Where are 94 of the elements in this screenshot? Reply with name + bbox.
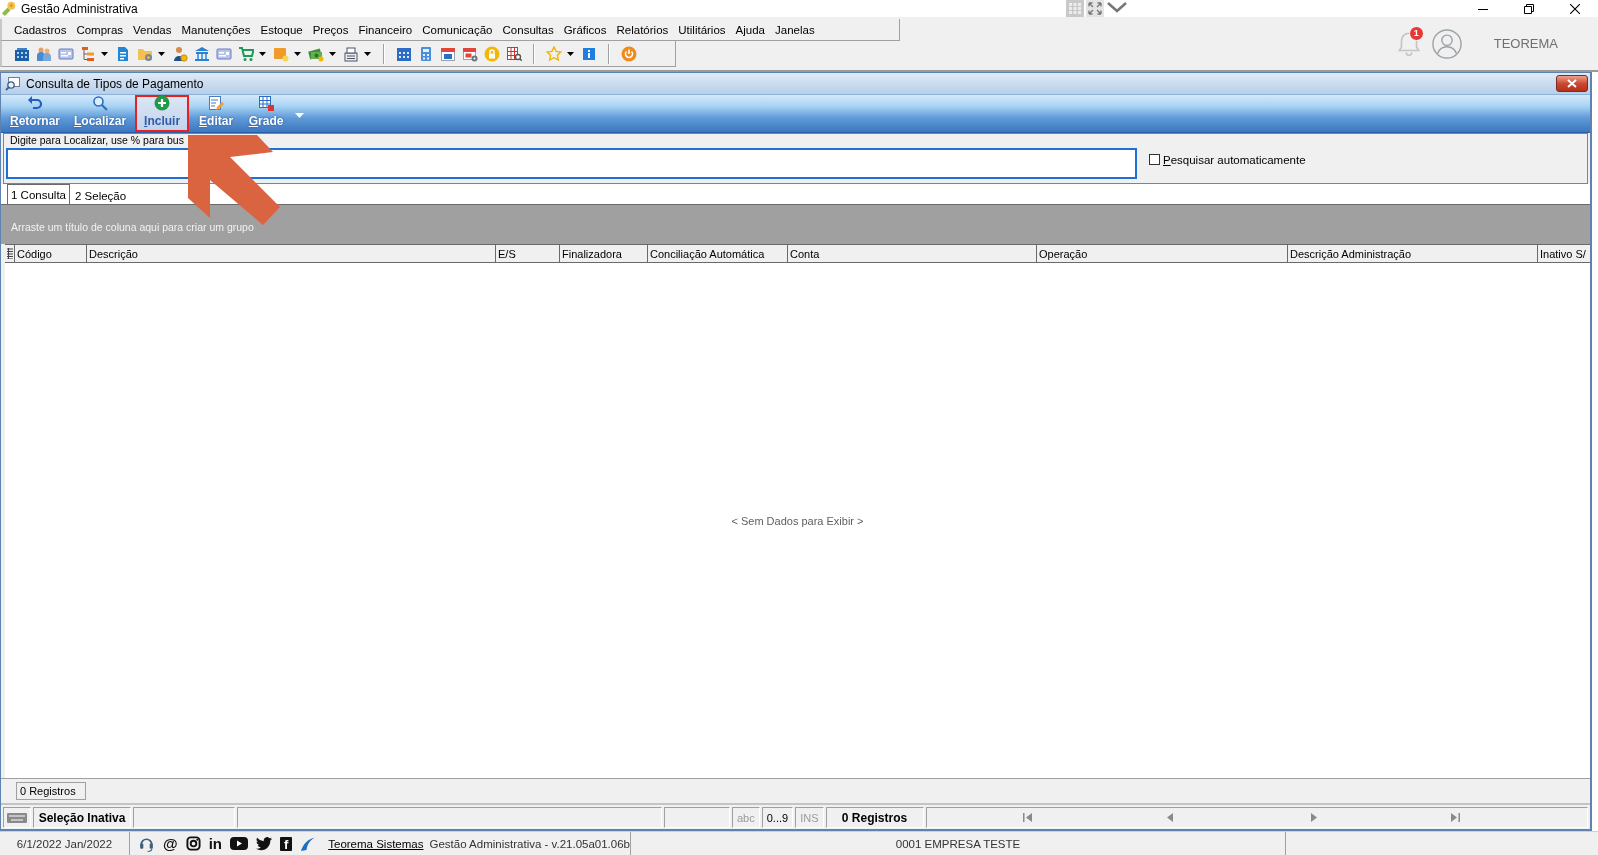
caret-icon[interactable] bbox=[567, 51, 574, 56]
caret-icon[interactable] bbox=[158, 51, 165, 56]
magnifier-icon bbox=[5, 75, 21, 92]
company-label: 0001 EMPRESA TESTE bbox=[631, 832, 1286, 855]
column-header[interactable]: Inativo S/ bbox=[1538, 245, 1590, 262]
card-icon[interactable] bbox=[216, 45, 232, 62]
record-count: 0 Registros bbox=[16, 782, 86, 800]
close-icon bbox=[1567, 79, 1577, 88]
column-header[interactable]: Operação bbox=[1037, 245, 1288, 262]
bank-icon[interactable] bbox=[194, 45, 210, 62]
window-title: Consulta de Tipos de Pagamento bbox=[26, 76, 204, 91]
status-panel bbox=[664, 807, 730, 828]
close-button[interactable] bbox=[1556, 75, 1588, 92]
expand-icon[interactable] bbox=[1086, 0, 1104, 17]
social-link[interactable]: f bbox=[280, 836, 293, 851]
plus-icon bbox=[154, 95, 171, 111]
menu-item[interactable]: Relatórios bbox=[616, 21, 669, 38]
mode-indicator: 0...9 bbox=[761, 807, 794, 828]
hierarchy-icon[interactable] bbox=[80, 45, 96, 62]
search-icon bbox=[92, 95, 109, 111]
calendar-icon[interactable] bbox=[396, 45, 412, 62]
restore-icon[interactable] bbox=[1524, 3, 1534, 14]
return-arrow-icon bbox=[27, 95, 43, 111]
column-header[interactable]: Código bbox=[15, 245, 87, 262]
grid-icon bbox=[258, 95, 275, 111]
caret-icon[interactable] bbox=[294, 51, 301, 56]
spreadsheet-search-icon[interactable] bbox=[506, 45, 522, 62]
menu-item[interactable]: Compras bbox=[76, 21, 124, 38]
headset-icon[interactable] bbox=[138, 835, 155, 852]
grid-dots-icon[interactable] bbox=[1066, 0, 1084, 17]
version-label: Gestão Administrativa - v.21.05a01.06b bbox=[428, 837, 630, 850]
camera-icon[interactable] bbox=[185, 836, 201, 851]
cart-icon[interactable] bbox=[238, 45, 254, 62]
bird-icon[interactable] bbox=[256, 836, 272, 851]
mode-indicator: INS bbox=[795, 807, 824, 828]
checkbox[interactable] bbox=[1149, 154, 1160, 165]
menu-item[interactable]: Manutenções bbox=[181, 21, 251, 38]
star-icon[interactable] bbox=[546, 45, 562, 62]
cash-register-icon[interactable] bbox=[343, 45, 359, 62]
menu-item[interactable]: Utilitários bbox=[678, 21, 726, 38]
document-icon[interactable] bbox=[115, 45, 131, 62]
menu-item[interactable]: Janelas bbox=[775, 21, 815, 38]
search-legend: Digite para Localizar, use % para bus bbox=[10, 134, 184, 147]
column-header[interactable]: Descrição Administração bbox=[1288, 245, 1538, 262]
person-coin-icon[interactable] bbox=[172, 45, 188, 62]
menu-item[interactable]: Ajuda bbox=[735, 21, 765, 38]
calendar-gear-icon[interactable] bbox=[462, 45, 478, 62]
close-icon[interactable] bbox=[1570, 3, 1580, 14]
social-link[interactable]: @ bbox=[163, 835, 178, 852]
calendar-icon[interactable] bbox=[440, 45, 456, 62]
search-field[interactable] bbox=[6, 148, 1137, 179]
menu-item[interactable]: Consultas bbox=[502, 21, 554, 38]
calculator-icon[interactable] bbox=[418, 45, 434, 62]
column-header[interactable]: Conciliação Automática bbox=[648, 245, 788, 262]
menu-item[interactable]: Vendas bbox=[133, 21, 172, 38]
tab[interactable]: 1 Consulta bbox=[7, 184, 70, 204]
column-chooser-icon[interactable] bbox=[6, 248, 13, 259]
caret-icon[interactable] bbox=[259, 51, 266, 56]
add-button[interactable]: Incluir bbox=[135, 95, 190, 132]
menu-item[interactable]: Estoque bbox=[260, 21, 303, 38]
caret-icon[interactable] bbox=[364, 51, 371, 56]
column-header[interactable]: Finalizadora bbox=[560, 245, 648, 262]
app-icon bbox=[1, 1, 16, 16]
building-icon[interactable] bbox=[14, 45, 30, 62]
empty-message: < Sem Dados para Exibir > bbox=[731, 514, 864, 527]
website-link[interactable]: Teorema Sistemas bbox=[328, 837, 424, 850]
keyboard-icon[interactable] bbox=[7, 811, 27, 824]
chevron-down-icon[interactable] bbox=[1106, 0, 1128, 14]
menu-item[interactable]: Cadastros bbox=[14, 21, 67, 38]
menu-item[interactable]: Comunicação bbox=[422, 21, 493, 38]
power-icon[interactable] bbox=[621, 45, 637, 62]
social-link[interactable]: in bbox=[208, 835, 222, 852]
edit-icon bbox=[208, 95, 225, 111]
menu-item[interactable]: Gráficos bbox=[563, 21, 607, 38]
column-header[interactable]: Conta bbox=[788, 245, 1037, 262]
info-icon[interactable] bbox=[581, 45, 597, 62]
group-hint: Arraste um título de coluna aqui para criar um grupo bbox=[11, 220, 254, 233]
date-label: 6/1/2022 Jan/2022 bbox=[0, 832, 130, 855]
user-name: TEOREMA bbox=[1493, 36, 1558, 51]
window-title: Gestão Administrativa bbox=[21, 1, 138, 16]
column-header[interactable]: E/S bbox=[496, 245, 560, 262]
caret-icon[interactable] bbox=[329, 51, 336, 56]
notification-badge: 1 bbox=[1408, 25, 1424, 41]
mode-indicator: abc bbox=[732, 807, 760, 828]
column-header[interactable]: Descrição bbox=[87, 245, 496, 262]
caret-icon[interactable] bbox=[101, 51, 108, 56]
selection-status: Seleção Inativa bbox=[33, 807, 131, 828]
people-icon[interactable] bbox=[36, 45, 52, 62]
menu-item[interactable]: Financeiro bbox=[358, 21, 413, 38]
auto-search-checkbox[interactable]: Pesquisar automaticamente bbox=[1149, 153, 1306, 166]
card-icon[interactable] bbox=[58, 45, 74, 62]
records-status: 0 Registros bbox=[825, 807, 924, 828]
play-icon[interactable] bbox=[230, 837, 248, 850]
menu-item[interactable]: Preços bbox=[312, 21, 349, 38]
